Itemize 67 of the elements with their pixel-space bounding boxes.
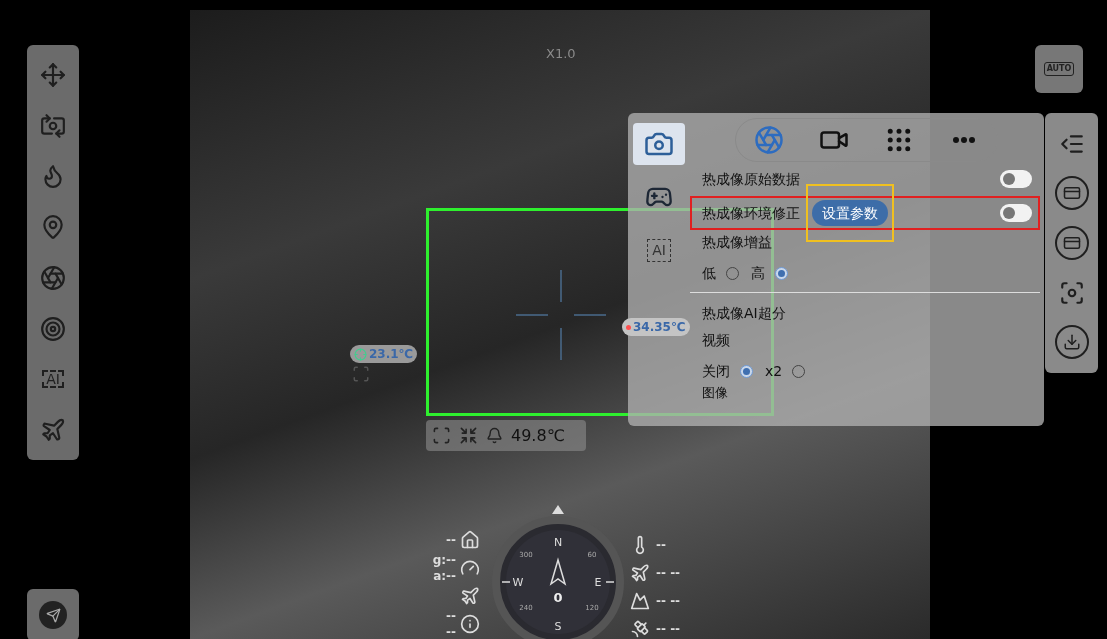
telemetry-value: -- -- [656,621,681,638]
point-icon [354,347,367,361]
temperature-reading: 23.1℃ [369,346,414,363]
target-icon [40,315,66,342]
alarm-temperature: 49.8℃ [511,424,565,447]
gauge-icon [460,558,480,578]
zoom-label: X1.0 [546,45,576,63]
crosshair-icon [516,270,606,360]
satellite-icon [630,619,650,639]
toggle-switch[interactable] [1000,204,1032,222]
telemetry-value: -- [446,626,456,638]
option-label: x2 [765,362,783,381]
bell-icon [486,427,503,444]
setting-label: 热成像增益 [702,233,773,252]
option-label: 低 [702,264,716,283]
set-parameters-button[interactable]: 设置参数 [812,200,888,226]
section-heading: 图像 [701,386,729,399]
house-icon [460,530,480,550]
setting-label: 热成像AI超分 [702,304,787,323]
option-label: 关闭 [702,362,730,381]
telemetry-value: -- [656,537,666,554]
auto-button[interactable]: AUTO [1035,45,1083,93]
compass-heading: 0 [553,590,563,605]
aperture-icon [40,264,66,291]
plane-icon [40,416,66,443]
send-button[interactable] [27,589,79,639]
pin-icon [40,214,66,241]
camera-button[interactable] [633,123,685,165]
setting-sublabel: 视频 [702,331,731,350]
scan-icon [432,426,451,445]
compass-west: W [512,576,524,589]
compass-east: E [594,576,602,589]
compass-south: S [554,620,562,633]
temperature-reading: 34.35℃ [633,319,686,336]
compass-north: N [553,536,563,549]
toolbar-button[interactable] [1054,226,1089,260]
telemetry-value: -- -- [656,593,681,610]
toggle-switch[interactable] [1000,170,1032,188]
toolbar-button[interactable]: AI [35,361,71,398]
paper-plane-icon [45,607,61,623]
aperture-icon [753,125,784,155]
radio-button[interactable] [775,267,788,280]
move-icon [40,62,66,88]
telemetry-value: -- -- [656,565,681,582]
more-icon [953,137,976,143]
telemetry-value: a:-- [433,570,456,582]
plane-icon [460,586,480,606]
setting-label: 热成像原始数据 [702,169,800,189]
plane-icon [630,563,650,583]
info-icon [460,614,480,634]
ai-label: AI [647,239,671,262]
shrink-icon [459,426,478,445]
download-icon [1062,333,1081,352]
telemetry-value: -- [446,610,456,622]
camera-switch-icon [40,112,66,139]
toolbar-button[interactable] [1054,176,1089,211]
compass-needle-icon [549,557,567,586]
option-label: 高 [751,264,765,283]
setting-label: 热成像环境修正 [702,203,800,223]
radio-button[interactable] [740,365,753,378]
card-icon [1062,234,1081,252]
focus-icon [1058,279,1085,306]
mountain-icon [630,591,650,611]
telemetry-value: g:-- [432,554,456,566]
toolbar-button[interactable] [1054,325,1089,360]
telemetry-value: -- [446,534,456,546]
scan-icon [352,365,370,383]
